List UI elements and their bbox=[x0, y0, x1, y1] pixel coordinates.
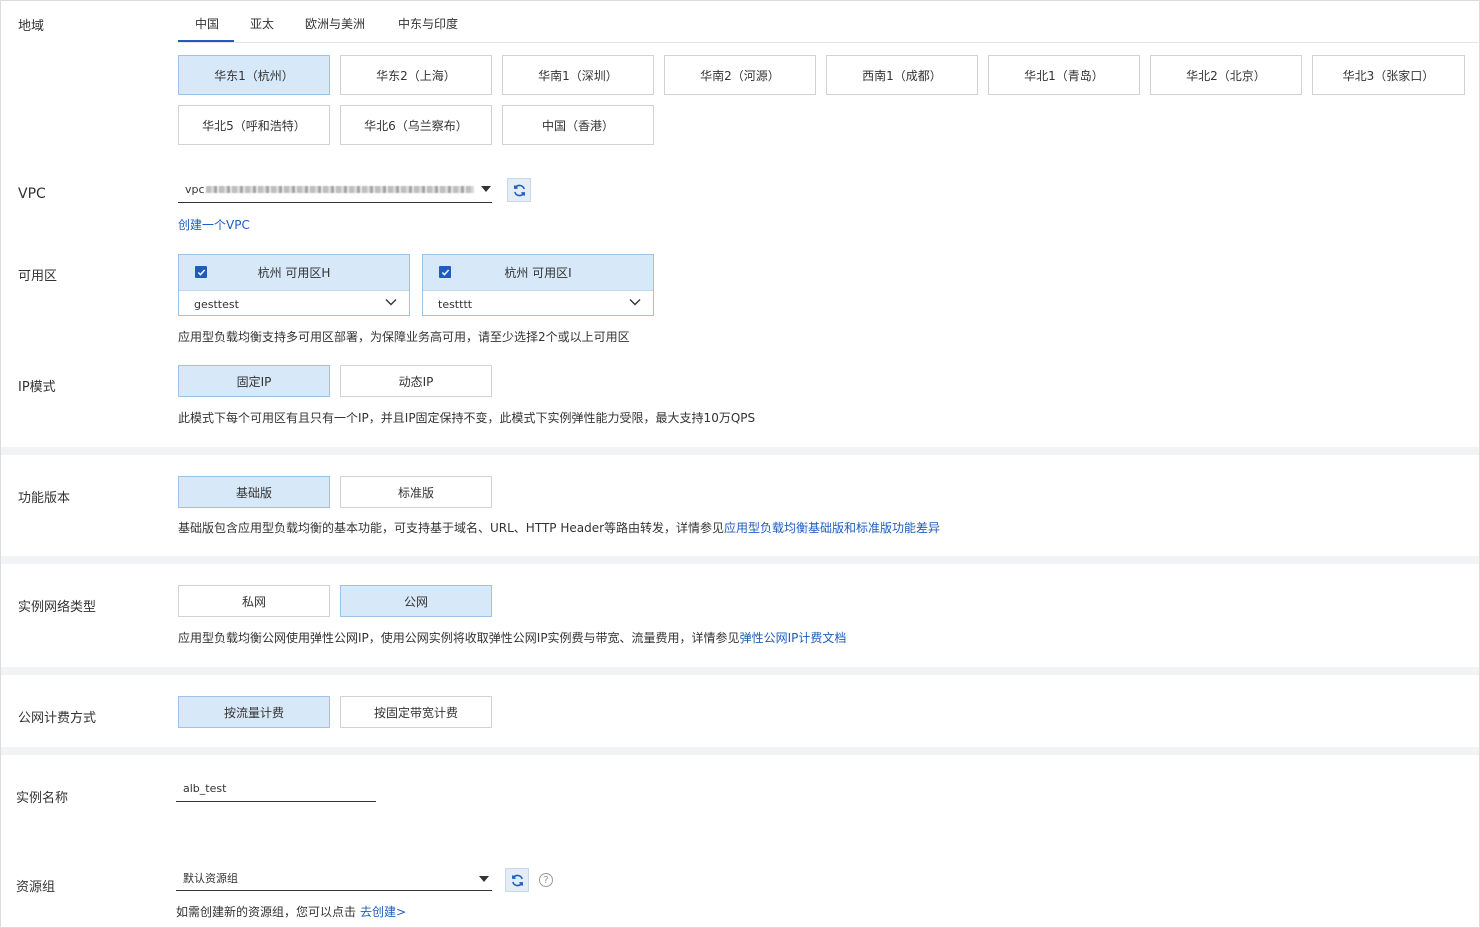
vpc-label: VPC bbox=[18, 186, 46, 202]
zone-card-i[interactable]: 杭州 可用区I testttt bbox=[422, 254, 654, 316]
active-tab-indicator bbox=[178, 40, 234, 42]
edition-hint: 基础版包含应用型负载均衡的基本功能，可支持基于域名、URL、HTTP Heade… bbox=[178, 519, 940, 536]
region-option-huhehaote[interactable]: 华北5（呼和浩特） bbox=[178, 105, 330, 145]
zone-i-checkbox[interactable] bbox=[439, 266, 451, 278]
region-option-zhangjiakou[interactable]: 华北3（张家口） bbox=[1312, 55, 1465, 95]
checkmark-icon bbox=[197, 268, 205, 276]
tab-europe-americas[interactable]: 欧洲与美洲 bbox=[305, 15, 365, 32]
region-option-shenzhen[interactable]: 华南1（深圳） bbox=[502, 55, 654, 95]
region-option-qingdao[interactable]: 华北1（青岛） bbox=[988, 55, 1140, 95]
ip-mode-label: IP模式 bbox=[18, 380, 56, 395]
network-public-button[interactable]: 公网 bbox=[340, 585, 492, 617]
section-divider bbox=[1, 747, 1479, 755]
refresh-icon bbox=[513, 184, 525, 196]
billing-by-bandwidth-button[interactable]: 按固定带宽计费 bbox=[340, 696, 492, 728]
resource-group-select[interactable]: 默认资源组 bbox=[176, 865, 492, 891]
tab-middle-east-india[interactable]: 中东与印度 bbox=[398, 15, 458, 32]
zone-h-vswitch-value: gesttest bbox=[194, 297, 239, 311]
region-option-hangzhou[interactable]: 华东1（杭州） bbox=[178, 55, 330, 95]
resource-group-hint-text: 如需创建新的资源组，您可以点击 bbox=[176, 905, 357, 919]
billing-by-traffic-button[interactable]: 按流量计费 bbox=[178, 696, 330, 728]
zone-h-vswitch-select[interactable]: gesttest bbox=[179, 291, 409, 317]
eip-billing-doc-link[interactable]: 弹性公网IP计费文档 bbox=[740, 631, 847, 645]
zone-hint: 应用型负载均衡支持多可用区部署，为保障业务高可用，请至少选择2个或以上可用区 bbox=[178, 330, 630, 344]
zone-card-header: 杭州 可用区I bbox=[423, 255, 653, 291]
edition-standard-button[interactable]: 标准版 bbox=[340, 476, 492, 508]
region-option-chengdu[interactable]: 西南1（成都） bbox=[826, 55, 978, 95]
zone-i-vswitch-value: testttt bbox=[438, 297, 473, 311]
vpc-select[interactable]: vpc bbox=[178, 177, 492, 203]
tab-china[interactable]: 中国 bbox=[195, 15, 219, 32]
chevron-down-icon bbox=[385, 299, 397, 306]
ip-mode-hint: 此模式下每个可用区有且只有一个IP，并且IP固定保持不变，此模式下实例弹性能力受… bbox=[178, 411, 756, 425]
zone-h-checkbox[interactable] bbox=[195, 266, 207, 278]
zone-label: 可用区 bbox=[18, 269, 58, 284]
region-option-heyuan[interactable]: 华南2（河源） bbox=[664, 55, 816, 95]
network-type-label: 实例网络类型 bbox=[18, 600, 97, 615]
edition-basic-button[interactable]: 基础版 bbox=[178, 476, 330, 508]
section-divider bbox=[1, 667, 1479, 675]
resource-group-value: 默认资源组 bbox=[183, 871, 238, 885]
vpc-id-redacted bbox=[205, 186, 474, 193]
instance-name-label: 实例名称 bbox=[16, 791, 69, 806]
region-option-shanghai[interactable]: 华东2（上海） bbox=[340, 55, 492, 95]
network-type-hint: 应用型负载均衡公网使用弹性公网IP，使用公网实例将收取弹性公网IP实例费与带宽、… bbox=[178, 629, 846, 646]
tab-asia-pacific[interactable]: 亚太 bbox=[250, 15, 274, 32]
edition-compare-link[interactable]: 应用型负载均衡基础版和标准版功能差异 bbox=[724, 521, 940, 535]
resource-group-hint: 如需创建新的资源组，您可以点击 去创建> bbox=[176, 903, 406, 920]
region-option-wulanchabu[interactable]: 华北6（乌兰察布） bbox=[340, 105, 492, 145]
region-option-hongkong[interactable]: 中国（香港） bbox=[502, 105, 654, 145]
vpc-select-value: vpc bbox=[185, 183, 205, 196]
region-label: 地域 bbox=[18, 19, 45, 34]
create-resource-group-link[interactable]: 去创建> bbox=[360, 905, 406, 919]
zone-i-name: 杭州 可用区I bbox=[504, 266, 572, 280]
instance-name-value: alb_test bbox=[183, 782, 227, 795]
billing-label: 公网计费方式 bbox=[18, 711, 97, 726]
vpc-dropdown-arrow-icon[interactable] bbox=[481, 186, 491, 192]
ip-mode-dynamic-button[interactable]: 动态IP bbox=[340, 365, 492, 397]
section-divider bbox=[1, 556, 1479, 564]
chevron-down-icon bbox=[629, 299, 641, 306]
network-private-button[interactable]: 私网 bbox=[178, 585, 330, 617]
zone-h-name: 杭州 可用区H bbox=[257, 266, 331, 280]
edition-hint-text: 基础版包含应用型负载均衡的基本功能，可支持基于域名、URL、HTTP Heade… bbox=[178, 521, 725, 535]
resource-group-dropdown-arrow-icon[interactable] bbox=[479, 876, 489, 882]
region-option-beijing[interactable]: 华北2（北京） bbox=[1150, 55, 1302, 95]
help-question-icon[interactable]: ? bbox=[539, 873, 553, 887]
network-type-hint-text: 应用型负载均衡公网使用弹性公网IP，使用公网实例将收取弹性公网IP实例费与带宽、… bbox=[178, 631, 740, 645]
zone-card-h[interactable]: 杭州 可用区H gesttest bbox=[178, 254, 410, 316]
create-vpc-link[interactable]: 创建一个VPC bbox=[178, 216, 250, 233]
section-divider bbox=[1, 447, 1479, 455]
edition-label: 功能版本 bbox=[18, 491, 71, 506]
instance-name-input[interactable]: alb_test bbox=[176, 776, 376, 802]
region-tabs-divider bbox=[178, 42, 1478, 43]
checkmark-icon bbox=[441, 268, 449, 276]
zone-card-header: 杭州 可用区H bbox=[179, 255, 409, 291]
resource-group-refresh-button[interactable] bbox=[505, 868, 529, 892]
vpc-refresh-button[interactable] bbox=[507, 178, 531, 202]
ip-mode-fixed-button[interactable]: 固定IP bbox=[178, 365, 330, 397]
refresh-icon bbox=[511, 874, 523, 886]
resource-group-label: 资源组 bbox=[16, 880, 56, 895]
zone-i-vswitch-select[interactable]: testttt bbox=[423, 291, 653, 317]
